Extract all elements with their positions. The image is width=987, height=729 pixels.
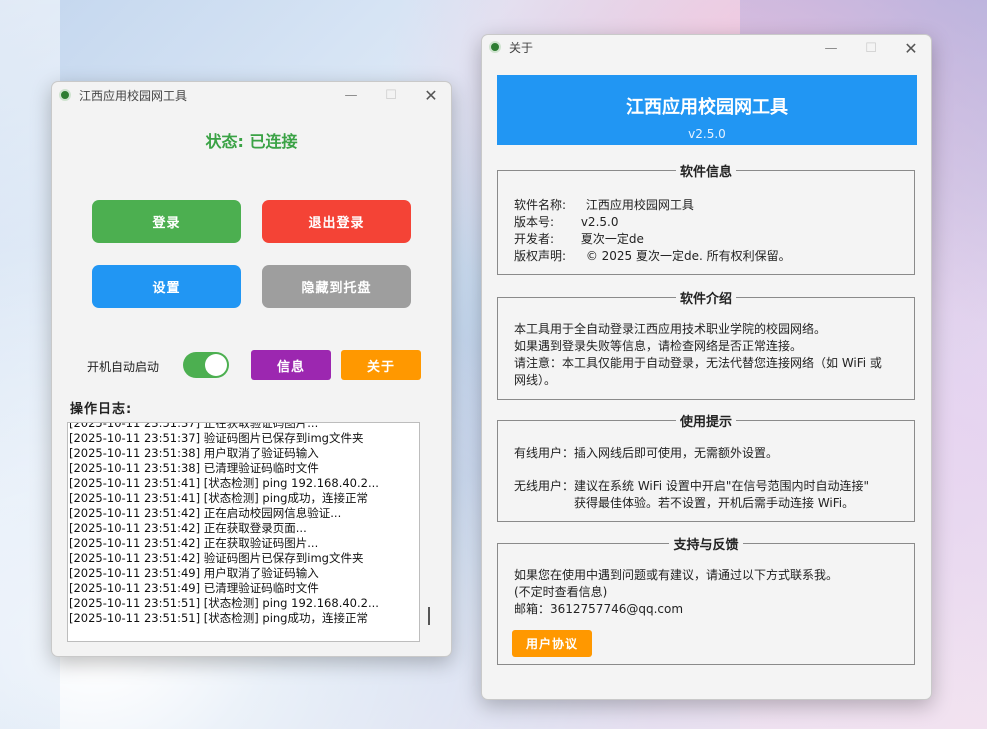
intro-group: 软件介绍 本工具用于全自动登录江西应用技术职业学院的校园网络。 如果遇到登录失败…	[497, 292, 915, 400]
log-line: [2025-10-11 23:51:37] 验证码图片已保存到img文件夹	[69, 431, 364, 445]
software-info-group: 软件信息 软件名称: 江西应用校园网工具 版本号: v2.5.0 开发者: 夏次…	[497, 165, 915, 275]
about-titlebar[interactable]: 关于 — ☐ ✕	[482, 35, 931, 59]
support-heading: 支持与反馈	[669, 538, 743, 553]
tips-wired: 有线用户：插入网线后即可使用，无需额外设置。	[514, 446, 779, 460]
intro-line-3: 请注意：本工具仅能用于自动登录，无法代替您连接网络（如 WiFi 或	[514, 356, 882, 370]
support-line-1: 如果您在使用中遇到问题或有建议，请通过以下方式联系我。	[514, 568, 839, 582]
autostart-label: 开机自动启动	[87, 360, 160, 374]
about-button[interactable]: 关于	[341, 350, 421, 380]
software-info-heading: 软件信息	[675, 165, 736, 180]
maximize-icon[interactable]: ☐	[851, 35, 891, 61]
copyright-value: © 2025 夏次一定de. 所有权利保留。	[585, 249, 791, 263]
minimize-icon[interactable]: —	[811, 35, 851, 61]
log-line: [2025-10-11 23:51:37] 正在获取验证码图片...	[69, 422, 319, 430]
tips-group: 使用提示 有线用户：插入网线后即可使用，无需额外设置。 无线用户：建议在系统 W…	[497, 415, 915, 522]
intro-line-4: 网线）。	[514, 373, 557, 387]
log-line: [2025-10-11 23:51:42] 正在启动校园网信息验证...	[69, 506, 342, 520]
about-window-title: 关于	[509, 40, 534, 55]
tips-wireless-1: 无线用户：建议在系统 WiFi 设置中开启"在信号范围内时自动连接"	[514, 479, 869, 493]
settings-button[interactable]: 设置	[92, 265, 241, 308]
tips-wireless-2: 获得最佳体验。若不设置，开机后需手动连接 WiFi。	[574, 496, 855, 510]
developer-value: 夏次一定de	[580, 232, 644, 246]
log-line: [2025-10-11 23:51:38] 用户取消了验证码输入	[69, 446, 319, 460]
minimize-icon[interactable]: —	[331, 82, 371, 108]
about-banner: 江西应用校园网工具 v2.5.0	[497, 75, 917, 145]
log-line: [2025-10-11 23:51:42] 验证码图片已保存到img文件夹	[69, 551, 364, 565]
info-button[interactable]: 信息	[251, 350, 331, 380]
support-line-2: (不定时查看信息)	[514, 585, 608, 599]
support-email: 邮箱：3612757746@qq.com	[514, 602, 684, 616]
login-button[interactable]: 登录	[92, 200, 241, 243]
main-window-title: 江西应用校园网工具	[79, 88, 188, 103]
toggle-knob	[205, 354, 227, 376]
name-label: 软件名称:	[514, 198, 567, 212]
logout-button[interactable]: 退出登录	[262, 200, 411, 243]
intro-line-1: 本工具用于全自动登录江西应用技术职业学院的校园网络。	[514, 322, 827, 336]
main-window: 江西应用校园网工具 — ☐ ✕ 状态: 已连接 登录 退出登录 设置 隐藏到托盘…	[51, 81, 452, 657]
banner-version: v2.5.0	[688, 127, 726, 141]
name-value: 江西应用校园网工具	[585, 198, 694, 212]
maximize-icon[interactable]: ☐	[371, 82, 411, 108]
tips-heading: 使用提示	[675, 415, 736, 430]
autostart-toggle[interactable]	[183, 352, 229, 378]
app-icon	[59, 89, 71, 101]
log-title: 操作日志:	[70, 402, 133, 417]
log-textarea[interactable]: [2025-10-11 23:51:37] 正在获取验证码图片... [2025-…	[67, 422, 420, 642]
about-window: 关于 — ☐ ✕ 江西应用校园网工具 v2.5.0 软件信息 软件名称: 江西应…	[481, 34, 932, 700]
user-agreement-button[interactable]: 用户协议	[512, 630, 592, 657]
connection-status: 状态: 已连接	[205, 132, 298, 151]
log-line: [2025-10-11 23:51:42] 正在获取登录页面...	[69, 521, 307, 535]
copyright-label: 版权声明:	[514, 249, 567, 263]
version-value: v2.5.0	[580, 215, 619, 229]
support-group: 支持与反馈 如果您在使用中遇到问题或有建议，请通过以下方式联系我。 (不定时查看…	[497, 538, 915, 665]
hide-to-tray-button[interactable]: 隐藏到托盘	[262, 265, 411, 308]
log-line: [2025-10-11 23:51:41] [状态检测] ping成功，连接正常	[69, 491, 368, 505]
main-titlebar[interactable]: 江西应用校园网工具 — ☐ ✕	[52, 82, 451, 108]
log-line: [2025-10-11 23:51:49] 用户取消了验证码输入	[69, 566, 319, 580]
log-line: [2025-10-11 23:51:38] 已清理验证码临时文件	[69, 461, 319, 475]
intro-heading: 软件介绍	[675, 292, 736, 307]
app-icon	[489, 41, 501, 53]
log-scrollbar[interactable]	[428, 607, 430, 625]
log-line: [2025-10-11 23:51:41] [状态检测] ping 192.16…	[69, 476, 379, 490]
log-line: [2025-10-11 23:51:51] [状态检测] ping 192.16…	[69, 596, 379, 610]
log-line: [2025-10-11 23:51:49] 已清理验证码临时文件	[69, 581, 319, 595]
log-line: [2025-10-11 23:51:51] [状态检测] ping成功，连接正常	[69, 611, 368, 625]
log-line: [2025-10-11 23:51:42] 正在获取验证码图片...	[69, 536, 319, 550]
close-icon[interactable]: ✕	[891, 35, 931, 61]
close-icon[interactable]: ✕	[411, 82, 451, 108]
banner-title: 江西应用校园网工具	[626, 97, 788, 118]
developer-label: 开发者:	[514, 232, 555, 246]
version-label: 版本号:	[514, 215, 555, 229]
intro-line-2: 如果遇到登录失败等信息，请检查网络是否正常连接。	[514, 339, 803, 353]
